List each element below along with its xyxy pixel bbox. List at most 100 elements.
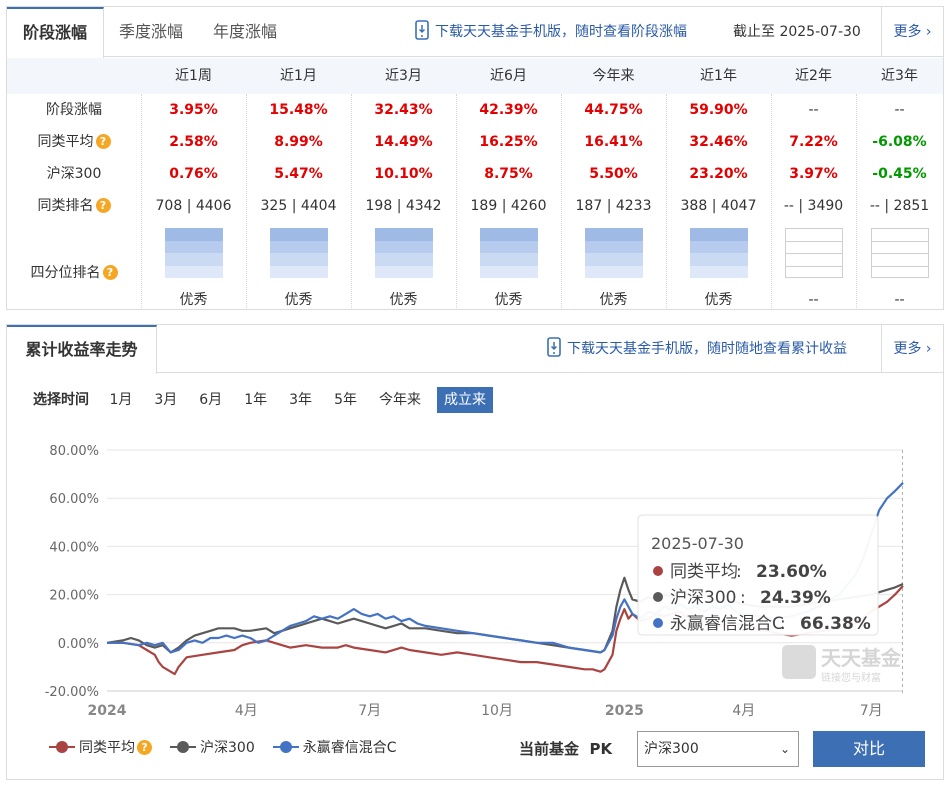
phone-icon	[547, 337, 561, 357]
quartile-bar	[870, 228, 929, 278]
column-header-0: 近1周	[175, 68, 212, 84]
quartile-segment	[584, 253, 643, 266]
x-tick-label: 2024	[88, 703, 127, 719]
column-header-6: 近2年	[795, 68, 832, 84]
table-cell: -- | 2851	[869, 198, 930, 214]
table-cell: 3.95%	[169, 102, 218, 118]
quartile-segment	[870, 228, 929, 241]
row-label-text: 阶段涨幅	[46, 102, 102, 118]
more-link[interactable]: 更多 ›	[881, 7, 943, 57]
quartile-segment	[164, 240, 223, 253]
table-cell: 42.39%	[479, 102, 538, 118]
chart-legend: 同类平均? 沪深300 永赢睿信混合C	[49, 737, 415, 759]
table-cell: 187 | 4233	[575, 198, 652, 214]
legend-item-1[interactable]: 沪深300	[170, 737, 255, 759]
range-button-4[interactable]: 3年	[283, 387, 318, 413]
column-header-7: 近3年	[881, 68, 918, 84]
help-icon[interactable]: ?	[137, 740, 152, 755]
tooltip-name: 沪深300	[670, 588, 736, 608]
tab-quarterly-returns[interactable]: 季度涨幅	[119, 7, 183, 57]
tooltip-value: 23.60%	[756, 562, 827, 582]
row-label-text: 同类排名	[37, 198, 94, 214]
quartile-segment	[164, 265, 223, 278]
range-button-6[interactable]: 今年来	[373, 387, 427, 413]
range-button-2[interactable]: 6月	[193, 387, 228, 413]
chevron-right-icon: ›	[925, 341, 932, 357]
table-cell: 15.48%	[269, 102, 328, 118]
tab-period-returns[interactable]: 阶段涨幅	[7, 7, 104, 58]
quartile-segment	[584, 228, 643, 241]
table-cell: 16.25%	[479, 134, 538, 150]
row-label-text: 四分位排名	[30, 265, 101, 281]
app-download-link[interactable]: 下载天天基金手机版，随时查看阶段涨幅	[415, 7, 687, 57]
tooltip-value: 66.38%	[800, 614, 871, 634]
column-header-3: 近6月	[490, 68, 527, 84]
tooltip-name: 同类平均	[670, 562, 738, 582]
legend-item-0[interactable]: 同类平均?	[49, 737, 152, 759]
quartile-segment	[584, 265, 643, 278]
range-button-1[interactable]: 3月	[148, 387, 183, 413]
help-icon[interactable]: ?	[95, 198, 111, 213]
legend-item-2[interactable]: 永赢睿信混合C	[272, 737, 397, 759]
quartile-segment	[689, 265, 748, 278]
table-cell: 8.99%	[274, 134, 323, 150]
chart-tabbar: 累计收益率走势 下载天天基金手机版，随时随地查看累计收益 更多 ›	[7, 324, 943, 374]
quartile-text: 优秀	[284, 292, 313, 308]
y-tick-label: -20.00%	[45, 685, 99, 700]
table-cell: 2.58%	[169, 134, 218, 150]
benchmark-select[interactable]: 沪深300 ⌄	[637, 731, 799, 767]
quartile-text: 优秀	[179, 292, 208, 308]
y-tick-label: 0.00%	[58, 637, 99, 652]
compare-button[interactable]: 对比	[813, 731, 925, 767]
range-button-3[interactable]: 1年	[238, 387, 273, 413]
y-tick-label: 20.00%	[49, 589, 99, 604]
range-button-7[interactable]: 成立来	[436, 387, 493, 413]
as-of-date: 截止至 2025-07-30	[733, 7, 861, 57]
app-download-text: 下载天天基金手机版，随时随地查看累计收益	[567, 341, 847, 357]
legend-marker	[170, 740, 196, 754]
quartile-segment	[584, 240, 643, 253]
quartile-segment	[269, 240, 328, 253]
quartile-text: 优秀	[389, 292, 418, 308]
help-icon[interactable]: ?	[102, 265, 118, 280]
x-tick-label: 2025	[605, 703, 644, 719]
more-label: 更多	[893, 341, 922, 357]
row-label-1: 同类平均?	[7, 126, 141, 158]
phone-icon	[415, 20, 429, 40]
range-button-5[interactable]: 5年	[328, 387, 363, 413]
quartile-bar	[164, 228, 223, 278]
watermark-text: 天天基金	[821, 646, 902, 670]
tooltip-dot	[653, 592, 663, 602]
x-tick-label: 10月	[481, 703, 513, 719]
x-tick-label: 4月	[732, 703, 755, 719]
help-icon[interactable]: ?	[95, 134, 111, 149]
cumulative-return-panel: 累计收益率走势 下载天天基金手机版，随时随地查看累计收益 更多 › 选择时间 1…	[6, 324, 944, 780]
tooltip-dot	[653, 618, 663, 628]
legend-label: 永赢睿信混合C	[302, 740, 397, 756]
row-label-2: 沪深300	[7, 158, 141, 190]
quartile-segment	[164, 253, 223, 266]
chevron-down-icon: ⌄	[779, 742, 790, 756]
table-cell: 23.20%	[689, 166, 748, 182]
legend-label: 同类平均	[79, 740, 135, 756]
tooltip-separator: :	[740, 588, 746, 608]
table-cell: -- | 3490	[783, 198, 844, 214]
quartile-text: --	[808, 292, 819, 308]
table-cell: 325 | 4404	[260, 198, 337, 214]
app-download-link-2[interactable]: 下载天天基金手机版，随时随地查看累计收益	[547, 324, 847, 374]
tab-annual-returns[interactable]: 年度涨幅	[213, 7, 277, 57]
benchmark-select-value: 沪深300	[644, 741, 699, 757]
table-cell: 8.75%	[484, 166, 533, 182]
range-button-0[interactable]: 1月	[103, 387, 138, 413]
row-label-quartile: 四分位排名?	[7, 258, 141, 288]
table-cell: 7.22%	[789, 134, 838, 150]
quartile-bar	[374, 228, 433, 278]
period-returns-panel: 阶段涨幅 季度涨幅 年度涨幅 下载天天基金手机版，随时查看阶段涨幅 截止至 20…	[6, 6, 944, 310]
watermark-badge	[782, 645, 816, 679]
quartile-segment	[784, 253, 843, 266]
table-cell: 5.47%	[274, 166, 323, 182]
quartile-segment	[374, 265, 433, 278]
table-cell: 3.97%	[789, 166, 838, 182]
more-link-2[interactable]: 更多 ›	[881, 325, 943, 373]
tab-cumulative-return[interactable]: 累计收益率走势	[7, 325, 157, 374]
